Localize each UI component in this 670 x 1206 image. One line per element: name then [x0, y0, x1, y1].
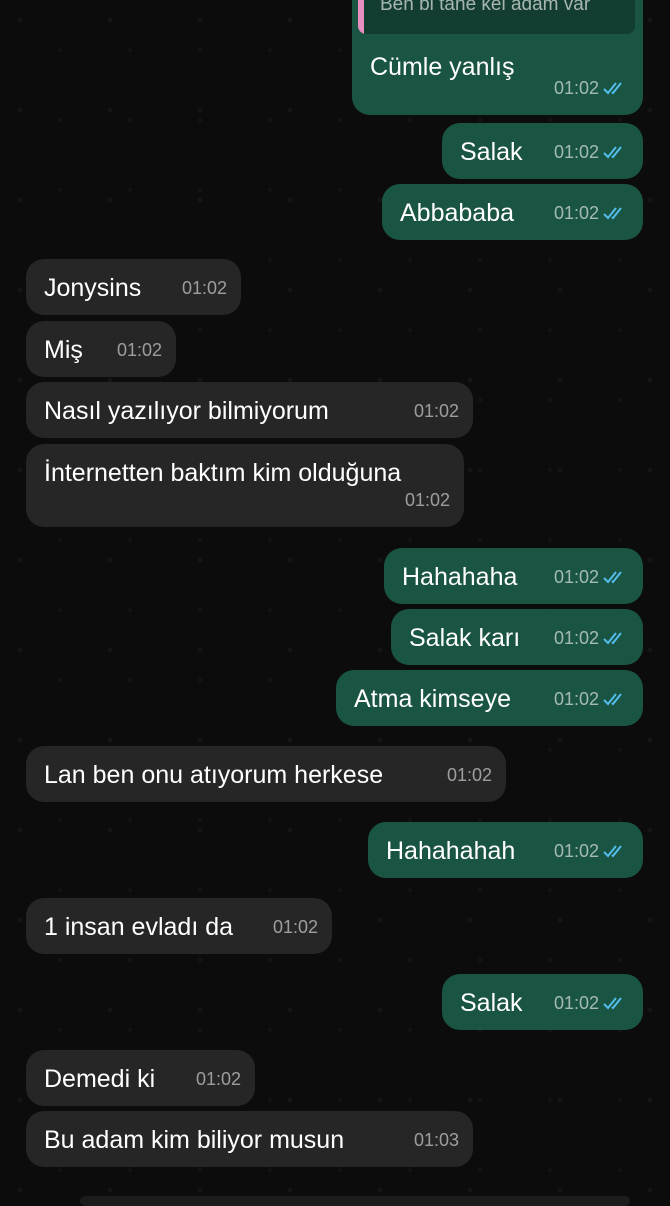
- message-time: 01:02: [553, 993, 599, 1013]
- message-time: 01:02: [413, 401, 459, 421]
- message-meta: 01:02: [554, 73, 629, 103]
- message-bubble-incoming[interactable]: Nasıl yazılıyor bilmiyorum 01:02: [26, 382, 473, 438]
- message-meta: 01:02: [196, 1064, 241, 1094]
- message-bubble-outgoing[interactable]: Salak 01:02: [442, 123, 643, 179]
- message-time: 01:02: [181, 278, 227, 298]
- message-meta: 01:02: [554, 562, 629, 592]
- message-bubble-incoming[interactable]: Demedi ki 01:02: [26, 1050, 255, 1106]
- message-bubble-incoming[interactable]: 1 insan evladı da 01:02: [26, 898, 332, 954]
- message-text: Hahahahah: [386, 837, 516, 865]
- message-text: Atma kimseye: [354, 685, 511, 713]
- message-bubble-outgoing[interactable]: Hahahaha 01:02: [384, 548, 643, 604]
- read-double-check-icon: [603, 632, 622, 645]
- message-bubble-outgoing[interactable]: Atma kimseye 01:02: [336, 670, 643, 726]
- read-double-check-icon: [603, 207, 622, 220]
- message-bubble-outgoing[interactable]: Abbababa 01:02: [382, 184, 643, 240]
- message-time: 01:02: [404, 490, 450, 510]
- message-meta: 01:02: [554, 623, 629, 653]
- message-text: 1 insan evladı da: [44, 913, 234, 941]
- quote-accent-bar: [358, 0, 364, 34]
- message-time: 01:02: [272, 917, 318, 937]
- message-meta: 01:02: [554, 988, 629, 1018]
- message-meta: 01:02: [554, 684, 629, 714]
- message-text: Hahahaha: [402, 563, 518, 591]
- message-composer[interactable]: [80, 1196, 630, 1206]
- message-text: Salak: [460, 138, 523, 166]
- message-meta: 01:02: [182, 273, 227, 303]
- message-meta: 01:02: [554, 198, 629, 228]
- message-time: 01:03: [413, 1130, 459, 1150]
- message-time: 01:02: [116, 340, 162, 360]
- message-text: Nasıl yazılıyor bilmiyorum: [44, 397, 329, 425]
- read-double-check-icon: [603, 571, 622, 584]
- message-text: Abbababa: [400, 199, 515, 227]
- message-text: Jonysins: [44, 274, 142, 302]
- read-double-check-icon: [603, 146, 622, 159]
- message-bubble-outgoing[interactable]: Salak 01:02: [442, 974, 643, 1030]
- message-time: 01:02: [553, 689, 599, 709]
- read-double-check-icon: [603, 82, 622, 95]
- message-bubble-outgoing[interactable]: Salak karı 01:02: [391, 609, 643, 665]
- message-bubble-incoming[interactable]: Bu adam kim biliyor musun 01:03: [26, 1111, 473, 1167]
- message-time: 01:02: [553, 628, 599, 648]
- message-time: 01:02: [553, 142, 599, 162]
- message-text: Bu adam kim biliyor musun: [44, 1126, 345, 1154]
- chat-background: Ben bi tane kel adam var Cümle yanlış 01…: [0, 0, 670, 1206]
- message-text: Cümle yanlış: [370, 53, 515, 81]
- read-double-check-icon: [603, 845, 622, 858]
- message-meta: 01:02: [554, 836, 629, 866]
- message-meta: 01:02: [117, 335, 162, 365]
- read-double-check-icon: [603, 997, 622, 1010]
- message-text: Lan ben onu atıyorum herkese: [44, 761, 384, 789]
- message-text: Salak karı: [409, 624, 521, 652]
- message-text: Miş: [44, 336, 83, 364]
- message-time: 01:02: [446, 765, 492, 785]
- message-time: 01:02: [553, 841, 599, 861]
- message-text: İnternetten baktım kim olduğuna: [44, 459, 402, 487]
- message-meta: 01:02: [447, 760, 492, 790]
- message-bubble-outgoing[interactable]: Hahahahah 01:02: [368, 822, 643, 878]
- message-bubble-outgoing[interactable]: Ben bi tane kel adam var Cümle yanlış 01…: [352, 0, 643, 115]
- message-meta: 01:02: [405, 485, 450, 515]
- message-bubble-incoming[interactable]: Lan ben onu atıyorum herkese 01:02: [26, 746, 506, 802]
- read-double-check-icon: [603, 693, 622, 706]
- message-meta: 01:03: [414, 1125, 459, 1155]
- message-text: Salak: [460, 989, 523, 1017]
- quoted-reply[interactable]: Ben bi tane kel adam var: [358, 0, 635, 34]
- message-meta: 01:02: [273, 912, 318, 942]
- message-bubble-incoming[interactable]: İnternetten baktım kim olduğuna 01:02: [26, 444, 464, 527]
- message-time: 01:02: [553, 78, 599, 98]
- message-text: Demedi ki: [44, 1065, 156, 1093]
- message-meta: 01:02: [414, 396, 459, 426]
- message-time: 01:02: [553, 567, 599, 587]
- message-time: 01:02: [553, 203, 599, 223]
- message-bubble-incoming[interactable]: Jonysins 01:02: [26, 259, 241, 315]
- message-meta: 01:02: [554, 137, 629, 167]
- quoted-text: Ben bi tane kel adam var: [380, 0, 591, 15]
- message-bubble-incoming[interactable]: Miş 01:02: [26, 321, 176, 377]
- message-time: 01:02: [195, 1069, 241, 1089]
